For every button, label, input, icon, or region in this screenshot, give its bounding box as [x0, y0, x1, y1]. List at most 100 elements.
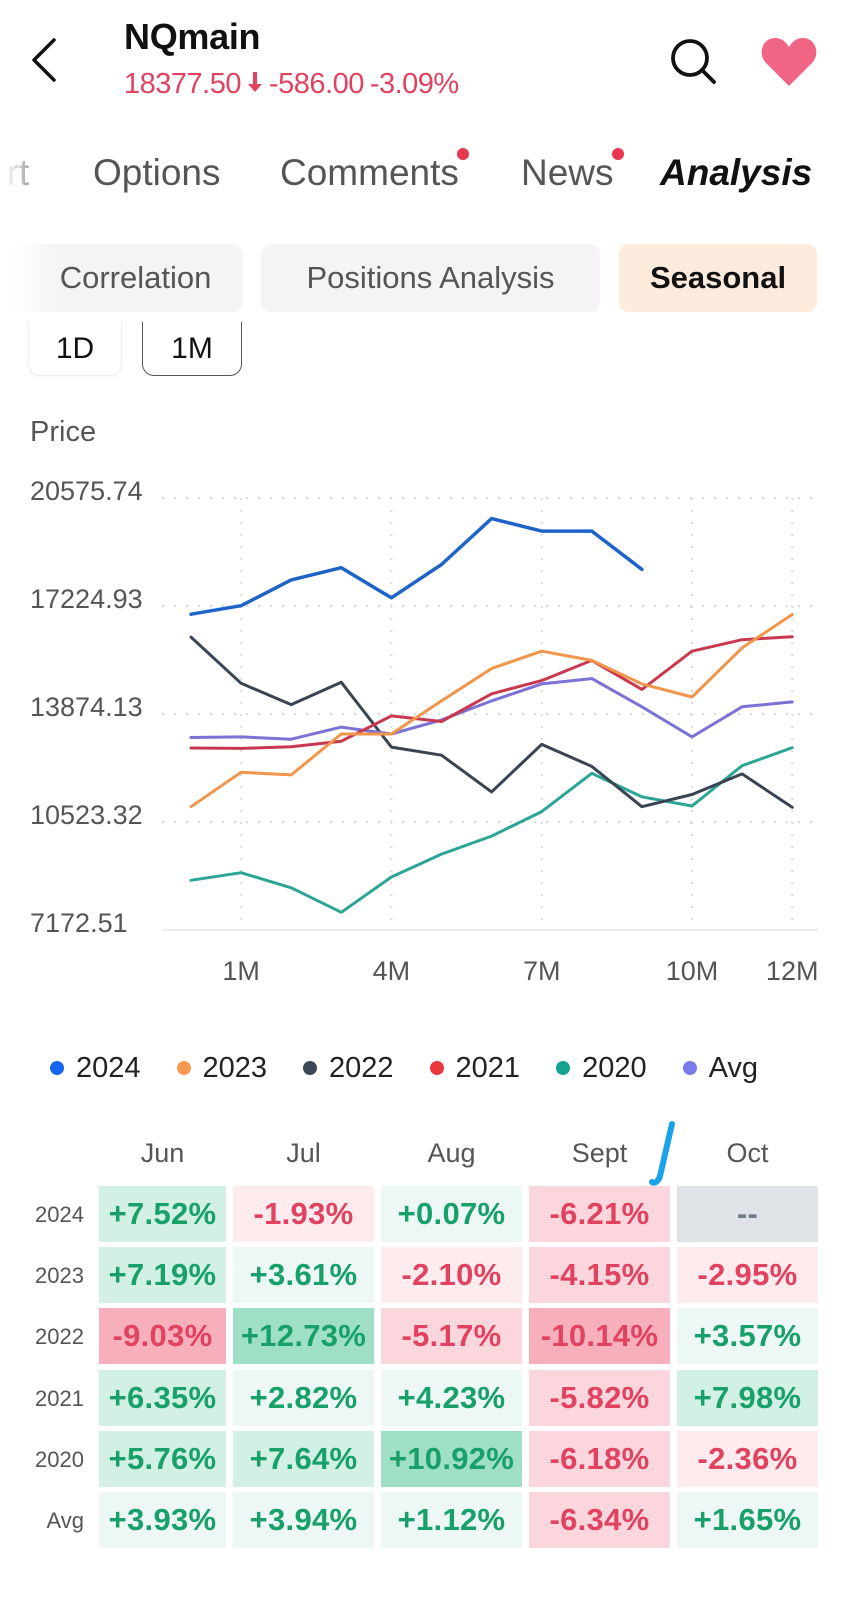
return-cell[interactable]: -6.34% — [529, 1492, 670, 1548]
subtab-seasonal[interactable]: Seasonal — [619, 244, 817, 312]
column-header-sept: Sept — [571, 1138, 628, 1168]
y-axis-ticks: 20575.74 17224.93 13874.13 10523.32 7172.51 — [30, 476, 143, 938]
search-icon — [671, 39, 716, 84]
return-cell[interactable]: +3.57% — [677, 1308, 818, 1365]
series-line-2020 — [189, 746, 794, 914]
y-tick-label: 20575.74 — [30, 476, 143, 506]
notification-dot — [456, 148, 469, 160]
row-label: 2023 — [35, 1263, 84, 1289]
tab-news[interactable]: News — [521, 148, 624, 194]
header: NQmain 18377.50 -586.00 -3.09% — [0, 0, 864, 120]
arrow-down-icon — [247, 71, 263, 99]
return-cell[interactable]: -4.15% — [529, 1247, 670, 1304]
legend-label: 2024 — [76, 1051, 141, 1084]
legend-dot-icon — [303, 1061, 318, 1075]
legend-label: 2020 — [582, 1051, 647, 1084]
heart-icon — [761, 38, 817, 86]
return-cell[interactable]: +7.52% — [99, 1186, 226, 1242]
search-button[interactable] — [668, 36, 720, 88]
row-label: 2024 — [35, 1202, 84, 1227]
return-cell[interactable]: +3.61% — [233, 1247, 374, 1304]
return-cell[interactable]: -6.18% — [529, 1430, 670, 1487]
price-change-percent: -3.09% — [369, 68, 459, 100]
chart-grid — [162, 497, 818, 931]
return-cell[interactable]: -2.36% — [677, 1430, 818, 1487]
return-cell[interactable]: +3.93% — [99, 1492, 226, 1548]
seasonal-line-chart: 20575.7417224.9313874.1310523.327172.51 … — [30, 476, 818, 986]
main-tabs: art Options Comments News Analysis — [0, 140, 864, 210]
tab-analysis[interactable]: Analysis — [660, 152, 813, 196]
last-price: 18377.50 — [124, 68, 241, 100]
return-cell[interactable]: -1.93% — [233, 1186, 374, 1242]
price-change: -586.00 — [268, 68, 364, 100]
x-tick-label: 10M — [666, 956, 719, 986]
legend-dot-icon — [556, 1061, 571, 1075]
symbol-title: NQmain — [124, 16, 261, 57]
column-header-aug: Aug — [427, 1138, 476, 1168]
y-tick-label: 13874.13 — [30, 692, 143, 722]
favorite-button[interactable] — [760, 36, 818, 88]
tab-comments[interactable]: Comments — [280, 148, 469, 194]
subtab-scroll-fade — [0, 244, 60, 312]
return-cell[interactable]: -2.10% — [381, 1247, 522, 1304]
return-cell[interactable]: +6.35% — [99, 1369, 226, 1426]
row-label: 2022 — [35, 1324, 84, 1350]
subtab-positions-analysis[interactable]: Positions Analysis — [261, 244, 600, 312]
y-tick-label: 17224.93 — [30, 584, 143, 614]
return-cell[interactable]: -2.95% — [677, 1247, 818, 1304]
return-cell[interactable]: +1.12% — [381, 1492, 522, 1548]
legend-label: 2023 — [202, 1051, 268, 1084]
return-cell[interactable]: -9.03% — [99, 1308, 226, 1365]
return-cell[interactable]: +1.65% — [677, 1492, 818, 1548]
column-header-jun: Jun — [140, 1138, 185, 1168]
return-cell[interactable]: -5.17% — [381, 1308, 522, 1365]
return-cell[interactable]: -6.21% — [529, 1186, 670, 1242]
period-1d-button[interactable]: 1D — [28, 322, 122, 376]
return-cell[interactable]: +0.07% — [381, 1186, 522, 1242]
return-cell[interactable]: +3.94% — [233, 1492, 374, 1548]
legend-item-2020[interactable]: 2020 — [556, 1048, 647, 1088]
row-label: 2020 — [35, 1446, 84, 1472]
return-cell[interactable]: -- — [677, 1186, 818, 1242]
series-line-2024 — [189, 516, 644, 616]
y-tick-label: 10523.32 — [30, 800, 143, 830]
y-tick-label: 7172.51 — [30, 908, 128, 938]
tab-scroll-fade — [0, 140, 50, 210]
analysis-subtabs: Correlation Positions Analysis Seasonal — [0, 244, 864, 312]
return-cell[interactable]: +7.98% — [677, 1369, 818, 1426]
x-axis-ticks: 1M 4M 7M 10M 12M — [222, 956, 818, 986]
column-header-jul: Jul — [286, 1138, 321, 1168]
return-cell[interactable]: +7.19% — [99, 1247, 226, 1304]
tab-options[interactable]: Options — [93, 152, 221, 194]
legend-item-2024[interactable]: 2024 — [50, 1048, 141, 1088]
legend-item-2021[interactable]: 2021 — [429, 1048, 521, 1088]
legend-dot-icon — [429, 1061, 444, 1075]
legend-item-avg[interactable]: Avg — [682, 1048, 758, 1088]
back-button[interactable] — [26, 36, 66, 84]
legend-dot-icon — [50, 1061, 64, 1075]
legend-label: 2022 — [329, 1051, 394, 1084]
period-1m-button[interactable]: 1M — [142, 322, 242, 376]
return-cell[interactable]: +5.76% — [99, 1430, 226, 1487]
return-cell[interactable]: +2.82% — [233, 1369, 374, 1426]
row-label: 2021 — [35, 1385, 84, 1411]
return-cell[interactable]: -5.82% — [529, 1369, 670, 1426]
legend-dot-icon — [682, 1061, 697, 1075]
x-tick-label: 1M — [222, 956, 260, 986]
row-label: Avg — [46, 1508, 84, 1533]
legend-item-2023[interactable]: 2023 — [176, 1048, 268, 1088]
series-line-2022 — [189, 635, 794, 809]
price-quote: 18377.50 -586.00 -3.09% — [124, 68, 459, 101]
x-tick-label: 4M — [373, 956, 411, 986]
return-cell[interactable]: +4.23% — [381, 1369, 522, 1426]
chart-series — [189, 516, 794, 914]
return-cell[interactable]: -10.14% — [529, 1308, 670, 1365]
series-line-2023 — [189, 613, 794, 809]
return-cell[interactable]: +7.64% — [233, 1430, 374, 1487]
legend-label: 2021 — [455, 1051, 521, 1084]
return-cell[interactable]: +10.92% — [381, 1430, 522, 1487]
return-cell[interactable]: +12.73% — [233, 1308, 374, 1365]
legend-item-2022[interactable]: 2022 — [303, 1048, 394, 1088]
legend-dot-icon — [176, 1061, 191, 1075]
column-header-oct: Oct — [726, 1138, 769, 1168]
